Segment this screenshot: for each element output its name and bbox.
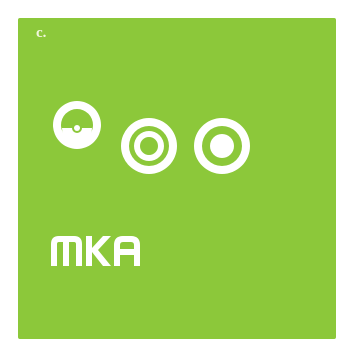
concentric-rings-symbol bbox=[121, 118, 177, 174]
mka-wordmark bbox=[51, 236, 140, 266]
half-circle-symbol bbox=[53, 101, 101, 149]
logo-symbols bbox=[51, 101, 250, 266]
dot-ring-symbol bbox=[194, 118, 250, 174]
half-circle-center bbox=[74, 125, 80, 131]
logo bbox=[51, 101, 250, 266]
figure-frame: c. bbox=[0, 0, 354, 355]
